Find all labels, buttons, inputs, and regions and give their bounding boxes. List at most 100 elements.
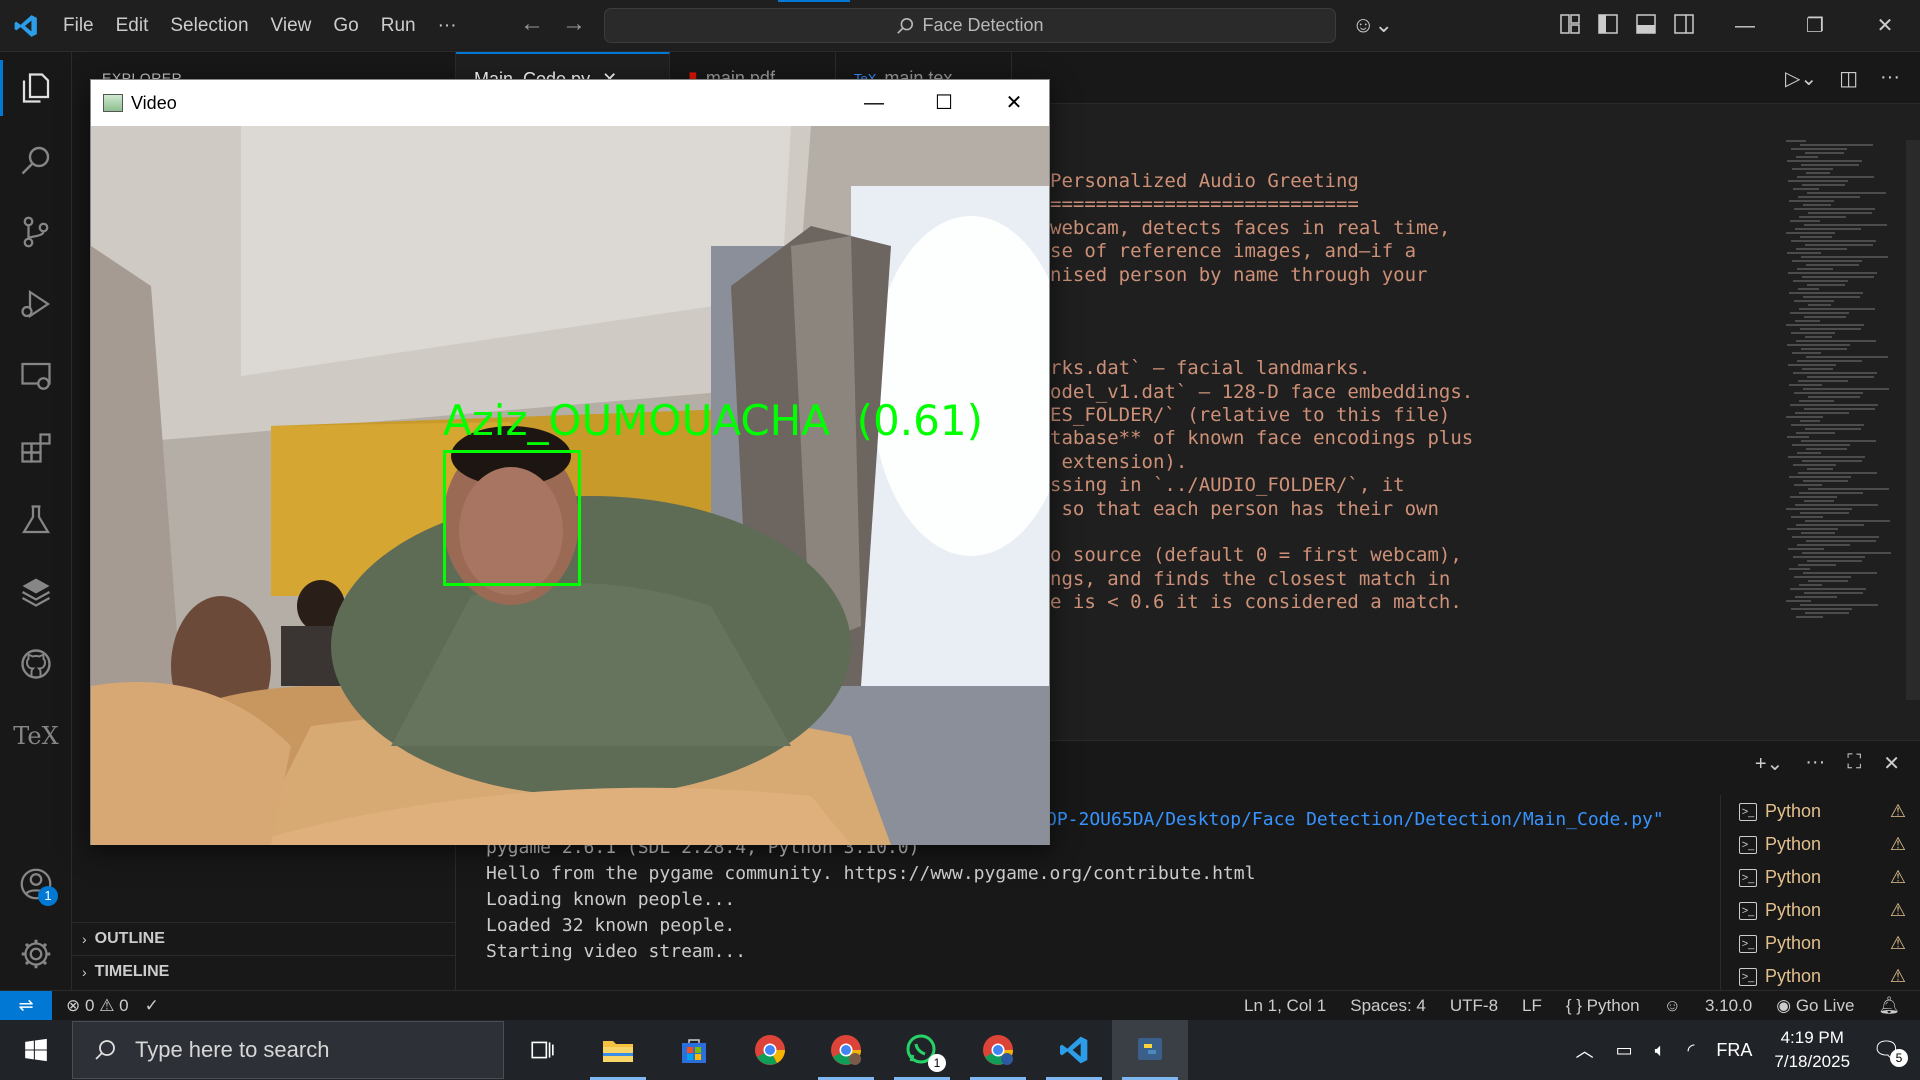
minimap-row xyxy=(1797,452,1821,454)
menu-file[interactable]: File xyxy=(52,0,105,52)
github-icon[interactable] xyxy=(0,628,72,700)
warning-icon: ⚠ xyxy=(1889,801,1906,821)
tex-icon[interactable]: TeX xyxy=(0,700,72,772)
windows-start-icon[interactable] xyxy=(0,1020,72,1080)
wifi-icon[interactable]: ◜ xyxy=(1687,1040,1694,1061)
new-terminal-icon[interactable]: +⌄ xyxy=(1755,751,1783,776)
toggle-secondary-sidebar-icon[interactable] xyxy=(1672,12,1698,38)
input-language[interactable]: FRA xyxy=(1716,1040,1752,1061)
minimap-row xyxy=(1803,388,1889,390)
split-editor-icon[interactable]: ◫ xyxy=(1839,66,1858,91)
panel-more-icon[interactable]: ··· xyxy=(1805,751,1825,776)
search-icon[interactable] xyxy=(0,124,72,196)
outline-section[interactable]: › OUTLINE xyxy=(72,922,456,955)
minimap-row xyxy=(1805,520,1890,522)
problems-status[interactable]: ⊗ 0 ⚠ 0 xyxy=(66,996,129,1016)
maximize-panel-icon[interactable]: ⛶ xyxy=(1847,751,1861,776)
battery-icon[interactable]: ▭ xyxy=(1616,1040,1633,1061)
menu-run[interactable]: Run xyxy=(370,0,427,52)
more-actions-icon[interactable]: ··· xyxy=(1880,66,1900,91)
menu-selection[interactable]: Selection xyxy=(159,0,259,52)
run-debug-icon[interactable] xyxy=(0,268,72,340)
code-line: so that each person has their own xyxy=(1050,497,1439,520)
terminal-item[interactable]: >_ Python ⚠ xyxy=(1721,861,1920,894)
copilot-status-icon[interactable]: ☺︎ xyxy=(1664,996,1681,1016)
remote-indicator-icon[interactable]: ⇌ xyxy=(0,990,52,1021)
minimap-row xyxy=(1800,328,1861,330)
chrome-profile-icon[interactable] xyxy=(808,1020,884,1080)
notifications-bell-icon[interactable]: 🔔︎ xyxy=(1878,996,1900,1016)
search-icon xyxy=(897,17,914,34)
minimize-icon[interactable]: — xyxy=(1710,0,1780,52)
whatsapp-icon[interactable]: 1 xyxy=(884,1020,960,1080)
python-version[interactable]: 3.10.0 xyxy=(1705,996,1752,1016)
video-minimize-icon[interactable]: — xyxy=(839,80,909,126)
menu-more[interactable]: ··· xyxy=(427,0,468,52)
language-mode[interactable]: { } Python xyxy=(1566,996,1640,1016)
minimap-row xyxy=(1799,492,1863,494)
terminal-item[interactable]: >_ Python ⚠ xyxy=(1721,960,1920,993)
chrome-profile-2-icon[interactable] xyxy=(960,1020,1036,1080)
terminal-item[interactable]: >_ Python ⚠ xyxy=(1721,828,1920,861)
minimap-row xyxy=(1805,244,1873,246)
taskbar-search-input[interactable]: Type here to search xyxy=(72,1021,504,1079)
close-icon[interactable]: ✕ xyxy=(1850,0,1920,52)
menu-view[interactable]: View xyxy=(260,0,323,52)
indentation[interactable]: Spaces: 4 xyxy=(1350,996,1426,1016)
customize-layout-icon[interactable] xyxy=(1558,12,1584,38)
minimap-row xyxy=(1801,532,1835,534)
toggle-panel-icon[interactable] xyxy=(1634,12,1660,38)
remote-explorer-icon[interactable] xyxy=(0,340,72,412)
notification-center-icon[interactable]: 🗨︎ 5 xyxy=(1872,1037,1908,1067)
timeline-section[interactable]: › TIMELINE xyxy=(72,955,456,988)
video-window[interactable]: Video — ☐ ✕ Aziz_OUMOUACHA (0.61) xyxy=(90,79,1050,845)
testing-flask-icon[interactable] xyxy=(0,484,72,556)
menu-edit[interactable]: Edit xyxy=(105,0,160,52)
restore-icon[interactable]: ❐ xyxy=(1780,0,1850,52)
toggle-sidebar-icon[interactable] xyxy=(1596,12,1622,38)
microsoft-store-icon[interactable] xyxy=(656,1020,732,1080)
video-maximize-icon[interactable]: ☐ xyxy=(909,80,979,126)
settings-gear-icon[interactable] xyxy=(0,918,72,990)
video-close-icon[interactable]: ✕ xyxy=(979,80,1049,126)
taskbar-clock[interactable]: 4:19 PM 7/18/2025 xyxy=(1774,1026,1850,1074)
menu-go[interactable]: Go xyxy=(322,0,369,52)
minimap-row xyxy=(1796,524,1864,526)
accounts-icon[interactable]: 1 xyxy=(0,848,72,920)
back-arrow-icon[interactable]: ← xyxy=(516,10,548,38)
cursor-position[interactable]: Ln 1, Col 1 xyxy=(1244,996,1326,1016)
terminal-item-label: Python xyxy=(1765,933,1822,953)
terminal-item[interactable]: >_ Python ⚠ xyxy=(1721,927,1920,960)
minimap-row xyxy=(1808,396,1860,398)
check-icon[interactable]: ✓ xyxy=(145,996,159,1016)
close-panel-icon[interactable]: ✕ xyxy=(1883,751,1900,776)
explorer-icon[interactable] xyxy=(0,52,72,124)
run-file-icon[interactable]: ▷⌄ xyxy=(1785,66,1817,91)
extensions-icon[interactable] xyxy=(0,412,72,484)
chrome-icon[interactable] xyxy=(732,1020,808,1080)
minimap[interactable] xyxy=(1786,140,1906,640)
minimap-row xyxy=(1789,200,1834,202)
copilot-icon[interactable]: ☺︎⌄ xyxy=(1352,12,1393,38)
minimap-row xyxy=(1798,564,1836,566)
editor-scrollbar[interactable] xyxy=(1906,140,1920,700)
file-explorer-icon[interactable] xyxy=(580,1020,656,1080)
chevron-right-icon: › xyxy=(82,931,87,947)
source-control-icon[interactable] xyxy=(0,196,72,268)
minimap-row xyxy=(1800,144,1873,146)
minimap-row xyxy=(1786,600,1811,602)
layers-icon[interactable] xyxy=(0,556,72,628)
command-center-search[interactable]: Face Detection xyxy=(604,8,1336,43)
line-ending[interactable]: LF xyxy=(1522,996,1542,1016)
vscode-taskbar-icon[interactable] xyxy=(1036,1020,1112,1080)
go-live-button[interactable]: ◉ Go Live xyxy=(1776,996,1854,1016)
terminal-item[interactable]: >_ Python ⚠ xyxy=(1721,795,1920,828)
volume-icon[interactable]: 🔈︎ xyxy=(1655,1040,1666,1061)
terminal-item[interactable]: >_ Python ⚠ xyxy=(1721,894,1920,927)
task-view-icon[interactable] xyxy=(504,1020,580,1080)
encoding[interactable]: UTF-8 xyxy=(1450,996,1498,1016)
python-taskbar-icon[interactable] xyxy=(1112,1020,1188,1080)
forward-arrow-icon[interactable]: → xyxy=(558,10,590,38)
minimap-row xyxy=(1790,220,1820,222)
show-hidden-icons[interactable]: ︿ xyxy=(1576,1037,1594,1063)
